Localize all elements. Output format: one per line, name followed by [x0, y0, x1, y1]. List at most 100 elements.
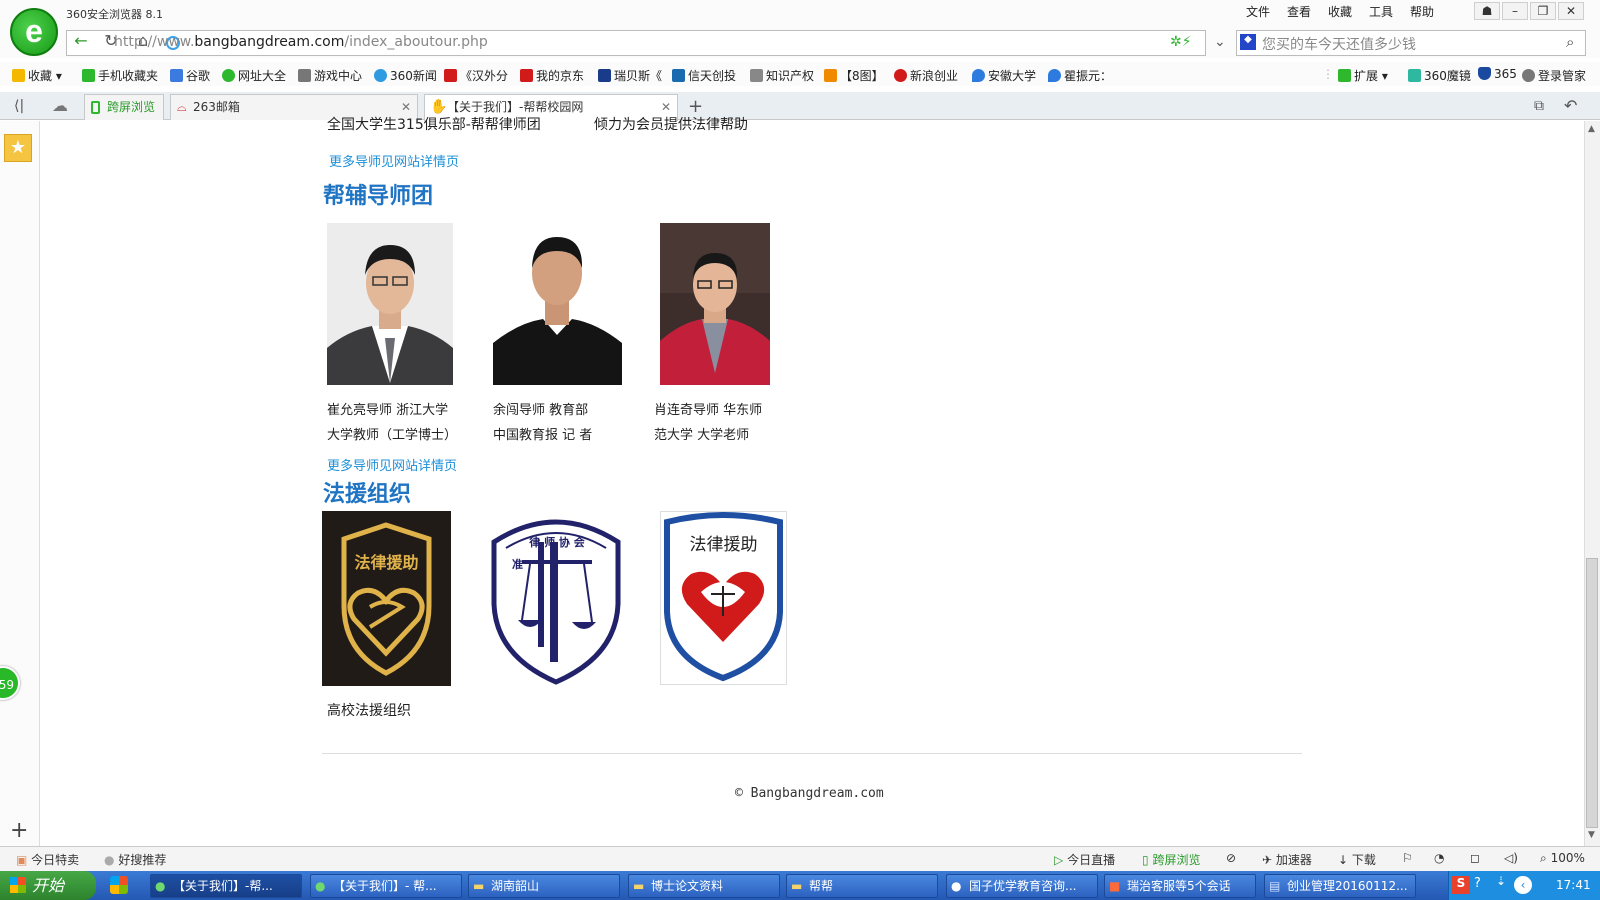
tray-small-icon[interactable]: ⇣ [1496, 874, 1506, 888]
bookmark-mobile[interactable]: 手机收藏夹 [82, 67, 158, 84]
extensions-button[interactable]: 扩展 ▾ [1338, 67, 1388, 84]
logo2-text: 律 师 协 会 [529, 536, 585, 549]
taskbar-item-qq[interactable]: ● 国子优学教育咨询... [946, 874, 1098, 898]
scroll-up-icon[interactable]: ▲ [1588, 124, 1595, 134]
menu-file[interactable]: 文件 [1246, 3, 1270, 20]
sogou-icon[interactable]: S [1452, 876, 1470, 894]
taskbar-item-browser-1[interactable]: ● 【关于我们】-帮... [150, 874, 302, 898]
taskbar-item-folder-bangbang[interactable]: ▬ 帮帮 [786, 874, 938, 898]
bookmark-58[interactable]: 【8图】 [824, 67, 884, 84]
bookmark-anhui-univ[interactable]: 安徽大学 [972, 67, 1036, 84]
maximize-button[interactable]: ❐ [1530, 2, 1556, 20]
legal-aid-section-title: 法援组织 [323, 481, 412, 507]
365-button[interactable]: 365 [1478, 67, 1517, 81]
bookmark-hanwai[interactable]: 《汉外分 [444, 67, 508, 84]
daily-sale-button[interactable]: ▣ 今日特卖 [16, 851, 79, 868]
history-icon[interactable]: ◔ [1434, 851, 1444, 865]
haosou-recommend-button[interactable]: ● 好搜推荐 [104, 851, 166, 868]
mentor-photo-yu [493, 223, 622, 385]
close-button[interactable]: ✕ [1558, 2, 1584, 20]
window-icon[interactable]: ◻ [1470, 851, 1480, 865]
play-icon: ▷ [1054, 853, 1064, 867]
cloud-icon[interactable]: ☁ [52, 96, 68, 115]
menu-help[interactable]: 帮助 [1410, 3, 1434, 20]
bookmark-sina[interactable]: 新浪创业 [894, 67, 958, 84]
search-icon[interactable]: ⌕ [1566, 33, 1574, 51]
menu-favorites[interactable]: 收藏 [1328, 3, 1352, 20]
restore-windows-icon[interactable]: ⧉ [1534, 98, 1544, 114]
more-mentors-link[interactable]: 更多导师见网站详情页 [329, 151, 459, 170]
bookmark-ip[interactable]: 知识产权 [750, 67, 814, 84]
taskbar-item-browser-2[interactable]: ● 【关于我们】- 帮... [310, 874, 462, 898]
mail-icon: ⌓ [177, 100, 187, 114]
start-button[interactable]: 开始 [0, 871, 96, 900]
search-placeholder: 您买的车今天还值多少钱 [1262, 37, 1416, 53]
url-text[interactable]: http://www.bangbangdream.com/index_about… [114, 34, 488, 50]
cross-screen-button[interactable]: ▯ 跨屏浏览 [1142, 851, 1200, 868]
bookmark-favorites[interactable]: 收藏 ▾ [12, 67, 62, 84]
accelerator-button[interactable]: ✈ 加速器 [1262, 851, 1312, 868]
zoom-control[interactable]: ⌕ 100% [1540, 851, 1585, 866]
scroll-down-icon[interactable]: ▼ [1588, 830, 1595, 840]
help-tray-icon[interactable]: ? [1474, 876, 1481, 891]
taskbar-item-ruizhi[interactable]: ■ 瑞治客服等5个会话 [1104, 874, 1256, 898]
phone-icon [91, 101, 100, 114]
rocket-icon: ✈ [1262, 853, 1273, 867]
more-mentors-link-2[interactable]: 更多导师见网站详情页 [327, 455, 457, 474]
taskbar-item-word[interactable]: ▤ 创业管理20160112... [1264, 874, 1416, 898]
baidu-icon[interactable]: ◆ [1240, 34, 1256, 50]
flag-icon[interactable]: ⚐ [1402, 851, 1413, 865]
bookmark-ruibeisi[interactable]: 瑞贝斯《 [598, 67, 662, 84]
bookmark-url-directory[interactable]: 网址大全 [222, 67, 286, 84]
star-icon[interactable]: ★ [4, 134, 32, 162]
bookmark-xintian[interactable]: 信天创投 [672, 67, 736, 84]
menu-tools[interactable]: 工具 [1369, 3, 1393, 20]
bookmark-jd[interactable]: 我的京东 [520, 67, 584, 84]
dot-icon: ● [104, 853, 115, 867]
browser-icon: ● [315, 879, 326, 893]
volume-icon[interactable]: ◁) [1504, 851, 1518, 865]
logo3-text: 法律援助 [689, 535, 758, 555]
mentor-section-title: 帮辅导师团 [323, 183, 434, 209]
dropdown-chevron-icon[interactable]: ⌄ [1214, 34, 1226, 50]
undo-close-icon[interactable]: ↶ [1564, 96, 1577, 115]
download-button[interactable]: ↓ 下载 [1338, 851, 1376, 868]
folder-icon: ▬ [791, 879, 803, 893]
scrollbar-thumb[interactable] [1586, 558, 1598, 828]
live-today-button[interactable]: ▷ 今日直播 [1054, 851, 1115, 868]
skin-icon[interactable]: ☗ [1474, 2, 1500, 20]
menu-view[interactable]: 查看 [1287, 3, 1311, 20]
add-sidebar-icon[interactable]: + [10, 818, 28, 843]
sidebar-toggle-icon[interactable]: ⟨| [14, 98, 24, 114]
back-icon[interactable]: ← [70, 30, 92, 52]
qq-icon: ● [951, 879, 962, 893]
login-manager-button[interactable]: 登录管家 [1522, 67, 1586, 84]
magic-mirror-button[interactable]: 360魔镜 [1408, 67, 1471, 84]
clean-icon[interactable]: ⊘ [1226, 851, 1236, 865]
left-sidebar [0, 121, 40, 846]
copyright-text: © Bangbangdream.com [735, 786, 884, 801]
quicklaunch-icon[interactable] [110, 876, 128, 894]
mentor-photo-cui [327, 223, 453, 385]
legal-aid-logo-gold: 法律援助 [322, 511, 451, 686]
tray-expand-icon[interactable]: ‹ [1514, 876, 1532, 894]
taskbar-item-folder-thesis[interactable]: ▬ 博士论文资料 [628, 874, 780, 898]
partial-text-left: 全国大学生315俱乐部-帮帮律师团 [327, 117, 541, 133]
folder-icon: ▬ [473, 879, 485, 893]
zoom-icon: ⌕ [1540, 851, 1547, 865]
mentor-caption-cui: 崔允亮导师 浙江大学 大学教师（工学博士） [327, 403, 458, 443]
browser-icon: ● [155, 879, 166, 893]
taskbar-item-folder-shaoshan[interactable]: ▬ 湖南韶山 [468, 874, 620, 898]
minimize-button[interactable]: – [1502, 2, 1528, 20]
speed-icon[interactable]: ✲⚡ [1170, 34, 1192, 50]
bookmark-games[interactable]: 游戏中心 [298, 67, 362, 84]
mentor-photo-xiao [660, 223, 770, 385]
bookmark-google[interactable]: 谷歌 [170, 67, 210, 84]
phone-icon: ▯ [1142, 853, 1149, 867]
bookmark-360news[interactable]: 360新闻 [374, 67, 437, 84]
browser-logo-icon[interactable]: e [10, 8, 58, 56]
tab-cross-screen[interactable]: 跨屏浏览 [84, 94, 164, 120]
windows-logo-icon [10, 877, 26, 893]
clock: 17:41 [1556, 878, 1591, 892]
bookmark-quzhenyuan[interactable]: 瞿振元： [1048, 67, 1112, 84]
